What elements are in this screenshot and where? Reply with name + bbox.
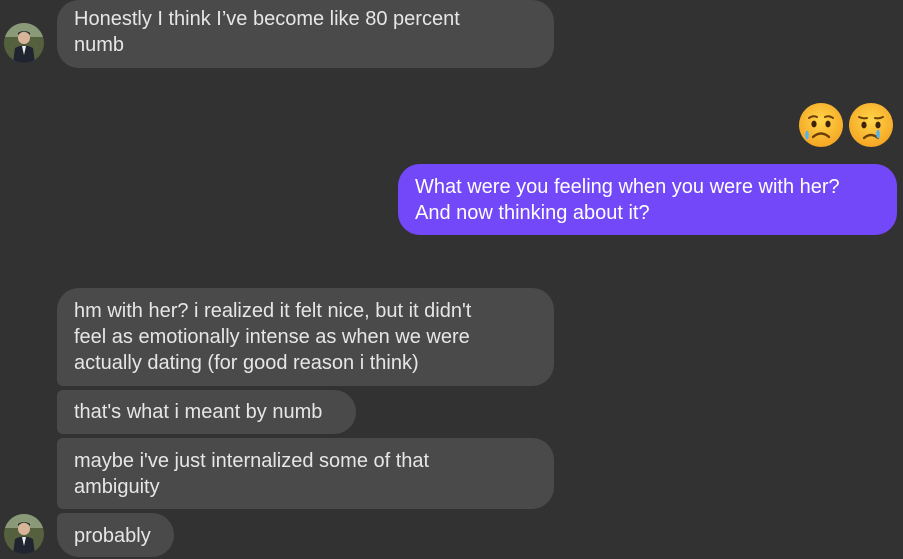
message-thread: Honestly I think I’ve become like 80 per… (0, 0, 903, 559)
incoming-message[interactable]: Honestly I think I’ve become like 80 per… (57, 0, 554, 68)
incoming-message[interactable]: that's what i meant by numb (57, 390, 356, 434)
message-line: maybe i've just internalized some of tha… (74, 450, 430, 472)
incoming-message[interactable]: probably (57, 513, 174, 557)
message-line: that's what i meant by numb (74, 401, 323, 423)
message-line: hm with her? i realized it felt nice, bu… (74, 300, 472, 322)
message-line: ambiguity (74, 476, 160, 498)
contact-avatar[interactable] (4, 514, 44, 554)
message-line: Honestly I think I’ve become like 80 per… (74, 8, 460, 30)
message-line: feel as emotionally intense as when we w… (74, 326, 470, 348)
disappointed-but-relieved-face-icon (797, 101, 845, 149)
emoji-message[interactable] (797, 101, 895, 149)
message-line: actually dating (for good reason i think… (74, 352, 419, 374)
incoming-message[interactable]: maybe i've just internalized some of tha… (57, 438, 554, 509)
outgoing-message[interactable]: What were you feeling when you were with… (398, 164, 897, 235)
contact-avatar[interactable] (4, 23, 44, 63)
message-line: What were you feeling when you were with… (415, 176, 840, 198)
incoming-message[interactable]: hm with her? i realized it felt nice, bu… (57, 288, 554, 386)
message-line: probably (74, 525, 151, 547)
message-line: And now thinking about it? (415, 202, 650, 224)
message-line: numb (74, 34, 125, 56)
crying-face-icon (847, 101, 895, 149)
